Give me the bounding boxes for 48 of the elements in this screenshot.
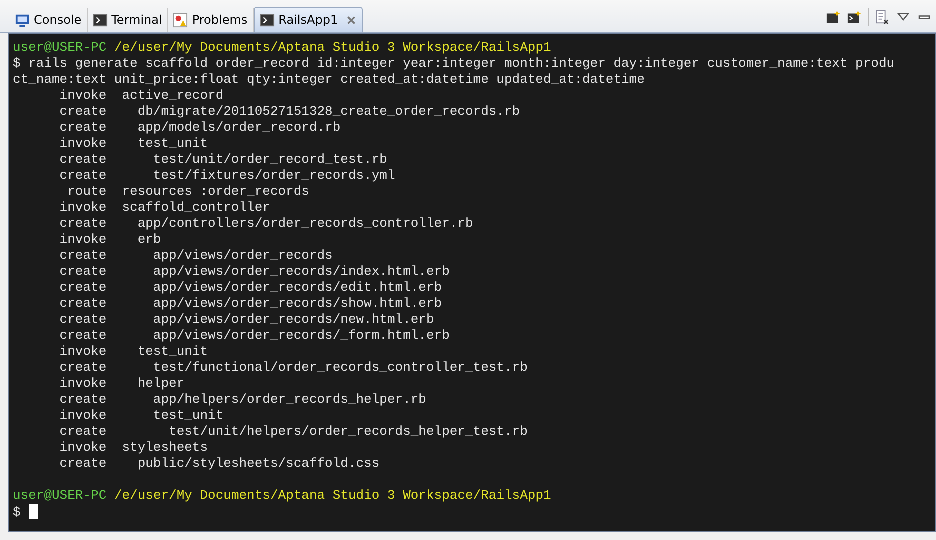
terminal-star-icon[interactable]: [847, 10, 862, 24]
terminal-output-line: create app/helpers/order_records_helper.rb: [58, 392, 426, 407]
terminal-output-line: $ rails generate scaffold order_record id:integer year:integer month:integer day:integer customer_name:text produ: [13, 56, 895, 71]
terminal-output-line: ct_name:text unit_price:float qty:integer created_at:datetime updated_at:datetime: [13, 72, 645, 87]
prompt-user: user@USER-PC: [13, 488, 107, 503]
view-tab[interactable]: RailsApp1: [254, 7, 364, 32]
terminal-output-line: route resources :order_records: [66, 184, 310, 199]
terminal-output-line: invoke active_record: [58, 88, 224, 103]
terminal-output-line: create app/controllers/order_records_controller.rb: [58, 216, 474, 231]
terminal-output-line: invoke test_unit: [58, 136, 208, 151]
terminal-output-line: invoke helper: [58, 376, 185, 391]
prompt-symbol: $: [13, 505, 21, 520]
new-terminal-icon[interactable]: [826, 10, 841, 24]
terminal-output-line: create test/fixtures/order_records.yml: [58, 168, 396, 183]
terminal-output-line: create test/unit/order_record_test.rb: [58, 152, 388, 167]
problems-icon: [173, 12, 188, 28]
terminal-output-line: invoke test_unit: [58, 344, 208, 359]
clear-document-icon[interactable]: [875, 10, 890, 24]
terminal-output-line: create app/views/order_records/show.html.erb: [58, 296, 442, 311]
terminal-output-line: create app/views/order_records/_form.html.erb: [58, 328, 450, 343]
prompt-path: /e/user/My Documents/Aptana Studio 3 Workspace/RailsApp1: [114, 488, 552, 503]
terminal-output-line: create app/models/order_record.rb: [58, 120, 341, 135]
view-tab[interactable]: Terminal: [88, 8, 168, 32]
close-icon[interactable]: [346, 14, 358, 26]
terminal-output-line: create app/views/order_records/new.html.erb: [58, 312, 434, 327]
terminal-output-line: create app/views/order_records/edit.html.erb: [58, 280, 442, 295]
text-cursor: [28, 504, 38, 519]
terminal-output-line: create app/views/order_records: [58, 248, 333, 263]
monitor-icon: [15, 12, 30, 28]
tab-label: RailsApp1: [278, 13, 338, 27]
terminal-output-line: create public/stylesheets/scaffold.css: [58, 456, 380, 471]
terminal-output-line: create test/unit/helpers/order_records_helper_test.rb: [58, 424, 528, 439]
terminal-icon: [260, 12, 275, 28]
terminal-icon: [92, 12, 108, 28]
terminal-output-line: create app/views/order_records/index.html.erb: [58, 264, 450, 279]
tab-label: Terminal: [112, 13, 162, 27]
prompt-user: user@USER-PC: [13, 40, 107, 55]
prompt-path: /e/user/My Documents/Aptana Studio 3 Workspace/RailsApp1: [114, 40, 552, 55]
view-tab[interactable]: Console: [10, 8, 88, 32]
terminal-output-line: invoke erb: [58, 232, 162, 247]
terminal-output-line: create db/migrate/20110527151328_create_order_records.rb: [58, 104, 520, 119]
view-tab[interactable]: Problems: [168, 8, 254, 32]
terminal-output-line: invoke stylesheets: [58, 440, 208, 455]
terminal-output-line: invoke test_unit: [58, 408, 224, 423]
tab-label: Console: [34, 13, 82, 27]
terminal-output-line: create test/functional/order_records_controller_test.rb: [58, 360, 528, 375]
tab-label: Problems: [192, 13, 248, 27]
terminal-output-line: invoke scaffold_controller: [58, 200, 270, 215]
